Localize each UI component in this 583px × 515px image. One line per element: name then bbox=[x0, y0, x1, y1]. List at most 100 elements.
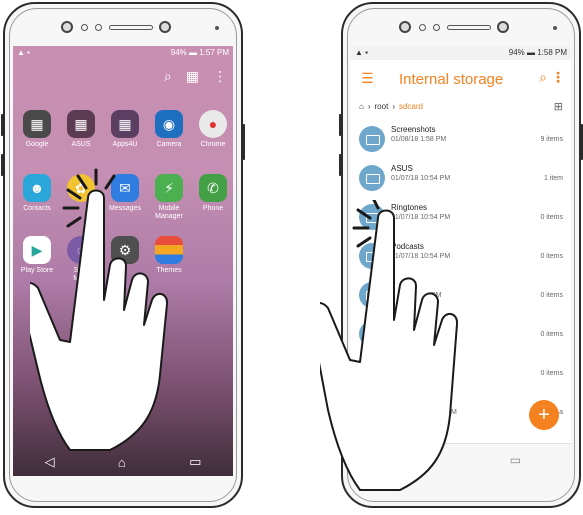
camera-icon: ◉ bbox=[155, 110, 183, 138]
app-contacts[interactable]: ☻ Contacts bbox=[17, 174, 57, 213]
status-right: 94% ▬ 1:58 PM bbox=[508, 48, 567, 57]
app-header: ☰ Internal storage ⌕ ⋮ bbox=[351, 60, 571, 96]
app-apps4u[interactable]: ▦ Apps4U bbox=[105, 110, 145, 149]
item-date: 01/07/18 10:54 PM bbox=[391, 253, 451, 260]
security-icon: ◌ bbox=[67, 236, 95, 264]
messages-icon: ✉ bbox=[111, 174, 139, 202]
front-camera bbox=[399, 21, 411, 33]
item-name: ASUS bbox=[391, 164, 413, 173]
nav-bar: ◁ ⌂ ▭ bbox=[13, 448, 233, 476]
app-chrome[interactable]: ● Chrome bbox=[193, 110, 233, 149]
app-label: Messages bbox=[109, 205, 141, 212]
sensor bbox=[95, 24, 102, 31]
app-label: Phone bbox=[202, 205, 224, 212]
phone-frame-right: ▲ ▪ 94% ▬ 1:58 PM ☰ Internal storage ⌕ ⋮… bbox=[339, 2, 583, 508]
phone-top bbox=[343, 16, 579, 42]
sensor bbox=[433, 24, 440, 31]
item-date: 01/07/18 10:54 PM bbox=[391, 214, 451, 221]
item-name: Ringtones bbox=[391, 203, 428, 212]
phone-top bbox=[5, 16, 241, 42]
speaker bbox=[109, 25, 153, 30]
app-play-store[interactable]: ▶ Play Store bbox=[17, 236, 57, 275]
chevron-right-icon: › bbox=[392, 102, 395, 111]
front-camera-2 bbox=[159, 21, 171, 33]
list-item[interactable]: ASUS 01/07/18 10:54 PM 1 item bbox=[351, 159, 571, 197]
front-camera bbox=[61, 21, 73, 33]
status-left: ▲ ▪ bbox=[355, 48, 368, 57]
app-security-manager[interactable]: ◌ Se... Ma... bbox=[61, 236, 101, 283]
phone-icon: ✆ bbox=[199, 174, 227, 202]
app-label: Themes bbox=[156, 267, 182, 274]
app-gallery[interactable]: ✿ bbox=[61, 174, 101, 205]
item-name: Screenshots bbox=[391, 125, 436, 134]
phone-frame-left: ▲ ▪ 94% ▬ 1:57 PM ⌕ ▦ ⋮ ▦ Google ▦ ASUS … bbox=[1, 2, 245, 508]
app-google[interactable]: ▦ Google bbox=[17, 110, 57, 149]
home-icon[interactable]: ⌂ bbox=[359, 102, 364, 111]
item-name: Podcasts bbox=[391, 242, 424, 251]
folder-icon bbox=[359, 399, 385, 425]
list-item[interactable]: Screenshots 01/08/18 1:58 PM 9 items bbox=[351, 120, 571, 158]
chevron-right-icon: › bbox=[367, 102, 371, 111]
contacts-icon: ☻ bbox=[23, 174, 51, 202]
more-icon[interactable]: ⋮ bbox=[213, 68, 227, 85]
widgets-icon[interactable]: ▦ bbox=[186, 68, 199, 85]
side-button bbox=[339, 114, 342, 136]
status-bar: ▲ ▪ 94% ▬ 1:58 PM bbox=[351, 46, 571, 60]
list-item[interactable]: PM 0 items bbox=[351, 276, 571, 314]
folder-icon bbox=[359, 321, 385, 347]
folder-icon bbox=[359, 282, 385, 308]
item-count: 0 items bbox=[540, 370, 563, 377]
home-header-icons: ⌕ ▦ ⋮ bbox=[164, 68, 227, 85]
back-icon[interactable]: ◁ bbox=[401, 453, 410, 467]
breadcrumb-current[interactable]: sdcard bbox=[399, 102, 423, 111]
app-label: Camera bbox=[156, 141, 182, 148]
add-fab-button[interactable]: + bbox=[529, 400, 559, 430]
app-phone[interactable]: ✆ Phone bbox=[193, 174, 233, 213]
list-item[interactable]: 0 items bbox=[351, 354, 571, 392]
side-button bbox=[1, 114, 4, 136]
app-label: Play Store bbox=[20, 267, 54, 274]
search-icon[interactable]: ⌕ bbox=[164, 68, 172, 85]
item-date: 01/07/18 10:54 PM bbox=[391, 175, 451, 182]
breadcrumb-root[interactable]: root bbox=[375, 102, 389, 111]
status-left: ▲ ▪ bbox=[17, 48, 30, 57]
play-store-icon: ▶ bbox=[23, 236, 51, 264]
home-icon[interactable]: ⌂ bbox=[118, 455, 126, 470]
list-item[interactable]: Ringtones 01/07/18 10:54 PM 0 items bbox=[351, 198, 571, 236]
grid-view-icon[interactable]: ⊞ bbox=[554, 100, 563, 113]
item-count: 0 items bbox=[540, 253, 563, 260]
list-item[interactable]: Podcasts 01/07/18 10:54 PM 0 items bbox=[351, 237, 571, 275]
app-settings[interactable]: ⚙ bbox=[105, 236, 145, 267]
back-icon[interactable]: ◁ bbox=[45, 454, 55, 470]
chrome-icon: ● bbox=[199, 110, 227, 138]
list-item[interactable]: 0 items bbox=[351, 315, 571, 353]
item-count: 0 items bbox=[540, 214, 563, 221]
page-title: Internal storage bbox=[399, 71, 504, 88]
themes-icon bbox=[155, 236, 183, 264]
app-label: Google bbox=[25, 141, 49, 148]
search-icon[interactable]: ⌕ bbox=[539, 69, 547, 86]
app-label: Contacts bbox=[23, 205, 51, 212]
app-mobile-manager[interactable]: ⚡ Mobile Manager bbox=[149, 174, 189, 221]
front-camera-2 bbox=[497, 21, 509, 33]
speaker bbox=[447, 25, 491, 30]
recents-icon[interactable]: ▭ bbox=[510, 453, 521, 467]
breadcrumb: ⌂ › root › sdcard ⊞ bbox=[359, 100, 563, 113]
more-icon[interactable]: ⋮ bbox=[551, 69, 565, 86]
led bbox=[215, 26, 219, 30]
menu-icon[interactable]: ☰ bbox=[361, 70, 374, 87]
folder-icon bbox=[359, 126, 385, 152]
item-count: a bbox=[559, 409, 563, 416]
app-themes[interactable]: Themes bbox=[149, 236, 189, 275]
asus-folder-icon: ▦ bbox=[67, 110, 95, 138]
led bbox=[553, 26, 557, 30]
status-bar: ▲ ▪ 94% ▬ 1:57 PM bbox=[13, 46, 233, 60]
nav-bar: ◁ ▭ bbox=[351, 443, 571, 476]
app-messages[interactable]: ✉ Messages bbox=[105, 174, 145, 213]
app-asus[interactable]: ▦ ASUS bbox=[61, 110, 101, 149]
item-count: 1 item bbox=[543, 175, 563, 182]
app-label: ASUS bbox=[71, 141, 91, 148]
recents-icon[interactable]: ▭ bbox=[189, 454, 201, 470]
item-count: 0 items bbox=[540, 292, 563, 299]
app-camera[interactable]: ◉ Camera bbox=[149, 110, 189, 149]
